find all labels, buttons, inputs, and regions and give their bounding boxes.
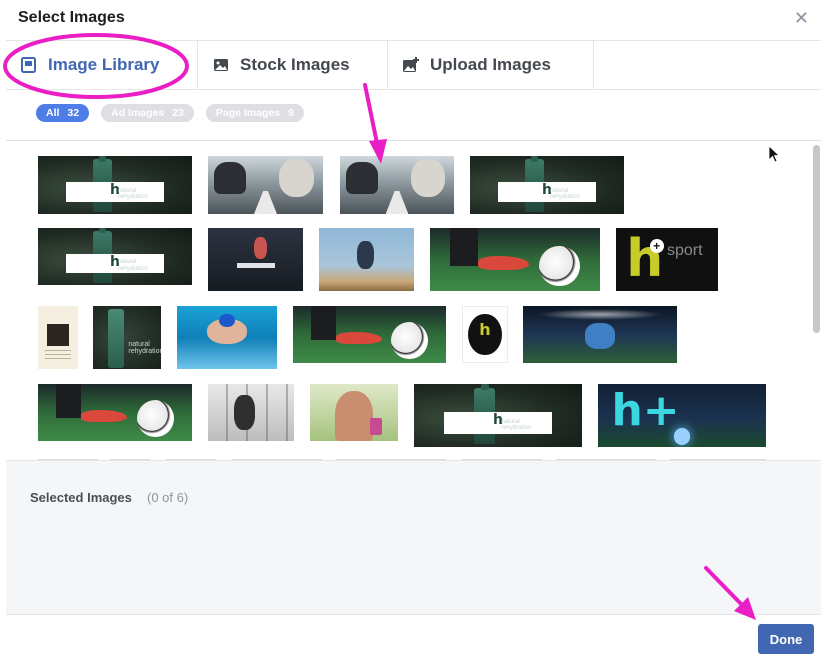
- image-thumbnail[interactable]: [319, 228, 414, 291]
- scrollbar-thumb[interactable]: [813, 145, 820, 333]
- filter-label: Page Images: [215, 107, 281, 119]
- image-thumbnail[interactable]: [208, 228, 303, 291]
- upload-image-icon: [403, 57, 419, 72]
- image-thumbnail[interactable]: h natural rehydration: [38, 156, 192, 214]
- logo-letter: h+: [611, 385, 680, 437]
- filter-pills: All 32 Ad Images 23 Page Images 9: [36, 104, 304, 122]
- selected-images-label: Selected Images: [30, 490, 132, 505]
- tab-upload-images[interactable]: Upload Images: [388, 41, 594, 89]
- selected-images-count: (0 of 6): [147, 490, 189, 505]
- image-thumbnail[interactable]: [38, 384, 192, 441]
- dialog-header: Select Images ✕: [6, 0, 821, 41]
- image-thumbnail[interactable]: h natural rehydration: [38, 228, 192, 285]
- stock-image-icon: [214, 59, 228, 71]
- tab-label: Image Library: [48, 55, 160, 74]
- image-thumbnail[interactable]: natural rehydration: [93, 306, 161, 369]
- select-images-dialog: Select Images ✕ Image Library Stock Imag…: [0, 0, 821, 663]
- selected-images-panel: Selected Images (0 of 6): [6, 460, 821, 615]
- tab-label: Upload Images: [430, 55, 551, 74]
- image-thumbnail[interactable]: [208, 156, 323, 214]
- image-thumbnail[interactable]: h natural rehydration: [470, 156, 624, 214]
- logo-word: sport: [667, 241, 703, 259]
- image-thumbnail[interactable]: [38, 306, 78, 369]
- filter-ad-images[interactable]: Ad Images 23: [101, 104, 194, 122]
- image-library-icon: [21, 57, 36, 73]
- image-thumbnail[interactable]: [310, 384, 398, 441]
- image-thumbnail[interactable]: [177, 306, 277, 369]
- image-thumbnail[interactable]: [208, 384, 294, 441]
- tab-image-library[interactable]: Image Library: [6, 41, 198, 89]
- image-thumbnail[interactable]: [523, 306, 677, 363]
- dialog-title: Select Images: [18, 9, 125, 26]
- close-icon[interactable]: ✕: [794, 8, 809, 28]
- image-thumbnail[interactable]: h+: [598, 384, 766, 447]
- tab-bar: Image Library Stock Images Upload Images: [6, 41, 821, 90]
- logo-plus: +: [649, 239, 664, 254]
- tab-stock-images[interactable]: Stock Images: [198, 41, 388, 89]
- image-thumbnail[interactable]: [430, 228, 600, 291]
- image-thumbnail[interactable]: h natural rehydration: [414, 384, 582, 447]
- filter-count: 9: [288, 107, 294, 119]
- image-thumbnail[interactable]: [340, 156, 454, 214]
- filter-all[interactable]: All 32: [36, 104, 90, 122]
- filter-label: All: [46, 107, 60, 119]
- filter-count: 23: [172, 107, 184, 119]
- image-grid: h natural rehydration h natural rehydration …: [6, 140, 821, 461]
- filter-page-images[interactable]: Page Images 9: [205, 104, 304, 122]
- tab-label: Stock Images: [240, 55, 350, 74]
- image-thumbnail[interactable]: [293, 306, 446, 363]
- image-thumbnail[interactable]: h + sport: [616, 228, 718, 291]
- filter-count: 32: [67, 107, 80, 119]
- filter-label: Ad Images: [111, 107, 165, 119]
- mouse-cursor-icon: [768, 145, 780, 163]
- image-thumbnail[interactable]: h: [462, 306, 508, 363]
- done-button[interactable]: Done: [758, 624, 814, 654]
- logo-letter: h: [479, 320, 491, 340]
